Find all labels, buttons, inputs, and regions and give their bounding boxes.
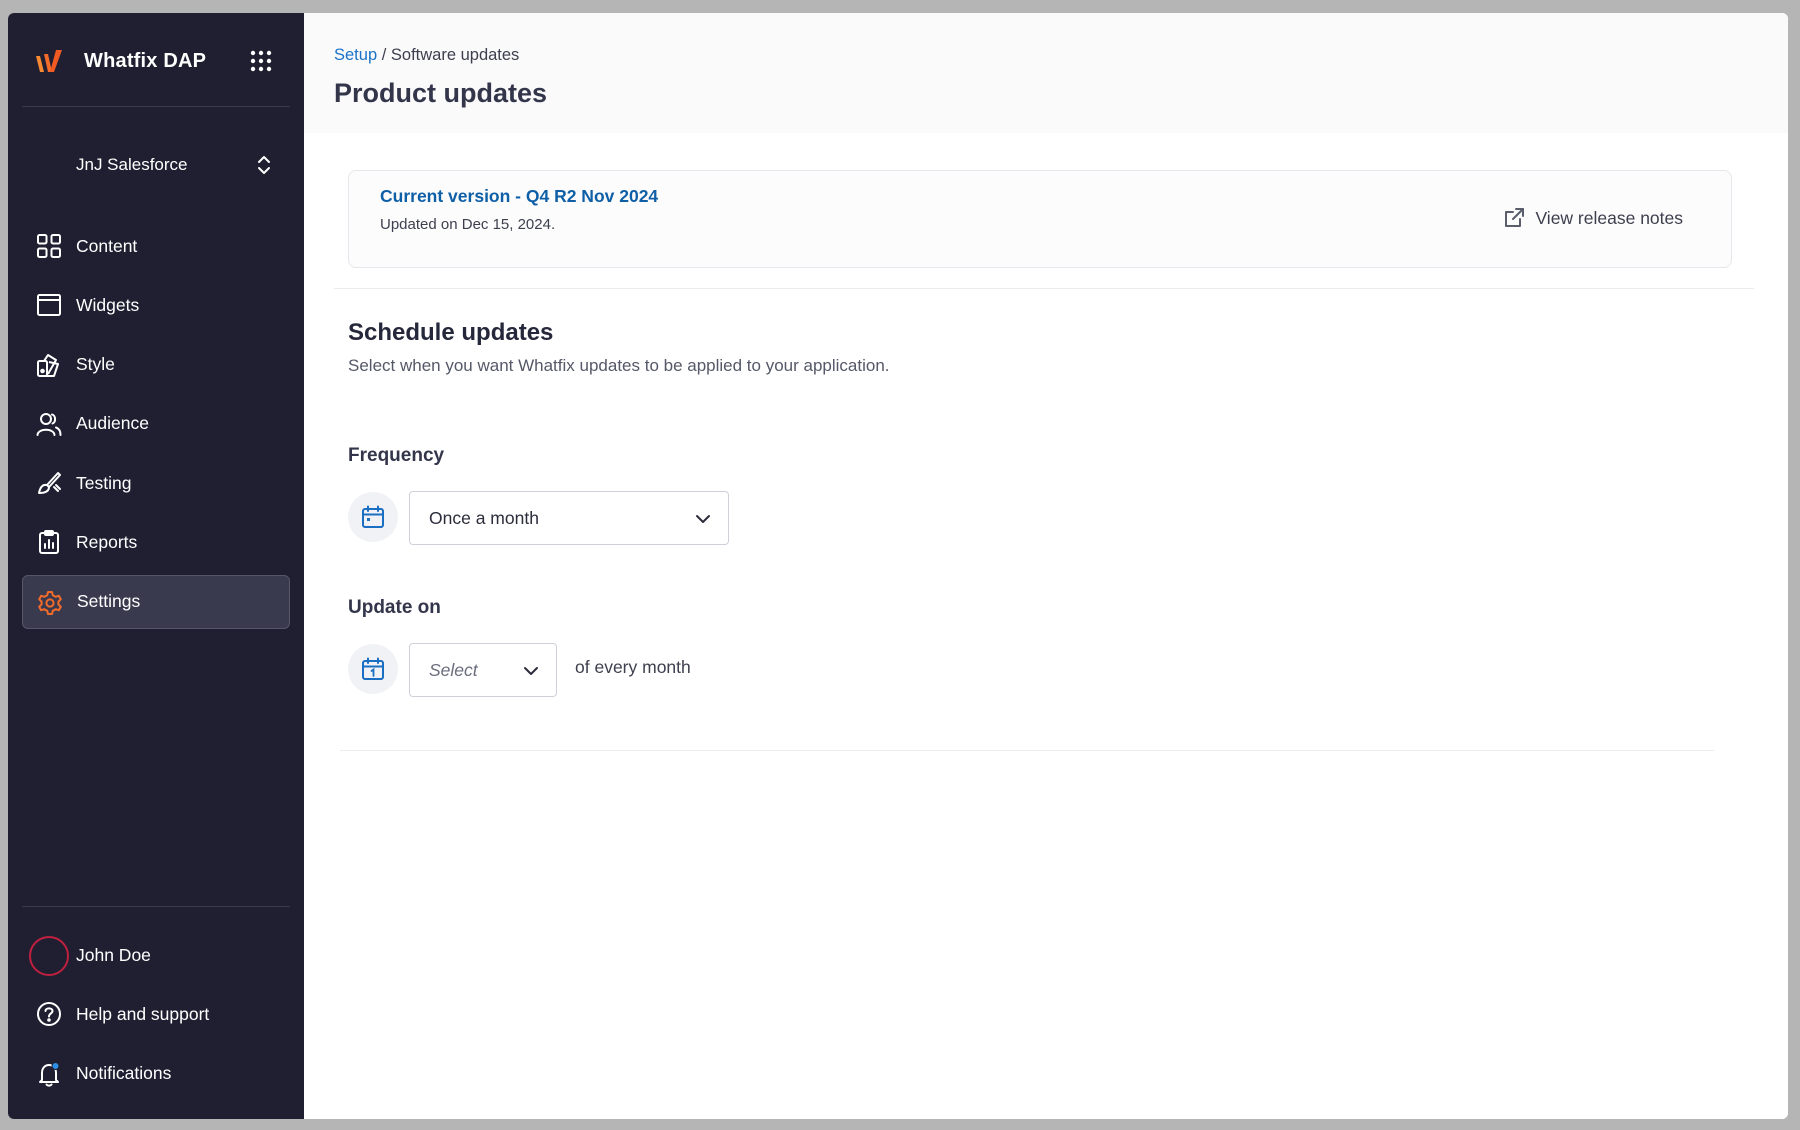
main-content: Setup / Software updates Product updates… (304, 13, 1788, 1119)
app-switcher[interactable]: JnJ Salesforce (22, 143, 290, 187)
whatfix-logo-icon (36, 50, 62, 72)
avatar (29, 936, 69, 976)
section-divider (340, 750, 1714, 751)
help-circle-icon (37, 1002, 61, 1027)
help-and-support-link[interactable]: Help and support (22, 987, 290, 1041)
sidebar-item-label: Style (76, 354, 115, 375)
brand-name: Whatfix DAP (84, 49, 207, 72)
page-header: Setup / Software updates Product updates (304, 13, 1788, 133)
calendar-day-icon (362, 657, 384, 680)
users-icon (36, 412, 62, 436)
chevron-down-icon (696, 515, 710, 523)
update-on-day-select[interactable]: Select (409, 643, 557, 697)
sidebar-item-testing[interactable]: Testing (22, 456, 290, 510)
breadcrumb: Setup / Software updates (334, 46, 519, 65)
frequency-label: Frequency (348, 445, 445, 466)
sidebar-item-label: Content (76, 235, 138, 256)
user-profile[interactable]: John Doe (22, 928, 290, 982)
external-link-icon (1505, 208, 1525, 227)
palette-icon (37, 353, 59, 377)
schedule-updates-title: Schedule updates (348, 319, 554, 346)
view-release-notes-label: View release notes (1535, 207, 1683, 228)
sidebar-item-content[interactable]: Content (22, 219, 290, 273)
help-and-support-label: Help and support (76, 1003, 210, 1024)
sidebar-item-reports[interactable]: Reports (22, 515, 290, 569)
schedule-updates-description: Select when you want Whatfix updates to … (348, 356, 890, 375)
brand[interactable]: Whatfix DAP (34, 48, 206, 74)
sidebar-item-label: Settings (77, 591, 141, 612)
section-divider (334, 288, 1754, 289)
grid-icon (37, 234, 61, 258)
frequency-select[interactable]: Once a month (409, 491, 729, 545)
clipboard-chart-icon (39, 530, 59, 555)
breadcrumb-link-setup[interactable]: Setup (334, 46, 377, 64)
sidebar-item-label: Reports (76, 531, 138, 552)
view-release-notes-link[interactable]: View release notes (1503, 207, 1683, 229)
page-title: Product updates (334, 78, 548, 108)
update-on-suffix: of every month (575, 657, 691, 677)
breadcrumb-current: Software updates (390, 46, 520, 64)
bell-icon (39, 1061, 60, 1087)
sidebar-nav: Content Widgets Style Audience Testing R… (22, 219, 290, 634)
sidebar-item-settings[interactable]: Settings (22, 574, 290, 629)
update-on-select-placeholder: Select (429, 659, 478, 680)
current-version-card: Current version - Q4 R2 Nov 2024 Updated… (348, 170, 1732, 268)
gear-icon (38, 590, 62, 615)
notifications-link[interactable]: Notifications (22, 1047, 290, 1101)
sidebar-item-label: Widgets (76, 294, 140, 315)
current-version-title: Current version - Q4 R2 Nov 2024 (380, 186, 659, 206)
update-on-calendar-badge (348, 644, 398, 694)
sidebar-item-label: Testing (76, 472, 132, 493)
version-updated-date: Updated on Dec 15, 2024. (380, 216, 556, 233)
user-name: John Doe (76, 944, 151, 965)
sidebar-item-widgets[interactable]: Widgets (22, 278, 290, 332)
sidebar-bottom: John Doe Help and support Notifications (22, 928, 290, 1106)
frequency-select-value: Once a month (429, 507, 539, 528)
notifications-label: Notifications (76, 1063, 172, 1084)
chevron-up-down-icon (258, 156, 270, 174)
apps-grid-icon[interactable] (250, 50, 272, 72)
breadcrumb-separator: / (377, 46, 391, 64)
sidebar-item-style[interactable]: Style (22, 338, 290, 392)
sidebar-divider (22, 106, 290, 107)
sidebar-divider (22, 906, 290, 907)
brush-icon (38, 472, 61, 495)
widget-window-icon (37, 294, 61, 317)
frequency-calendar-badge (348, 492, 398, 542)
app-switcher-label: JnJ Salesforce (76, 155, 188, 174)
sidebar-item-label: Audience (76, 413, 149, 434)
update-on-label: Update on (348, 597, 441, 618)
sidebar: Whatfix DAP JnJ Salesforce Content Widge… (8, 13, 304, 1119)
app-window: Whatfix DAP JnJ Salesforce Content Widge… (8, 13, 1788, 1119)
chevron-down-icon (524, 667, 538, 675)
calendar-icon (362, 505, 384, 528)
sidebar-item-audience[interactable]: Audience (22, 397, 290, 451)
